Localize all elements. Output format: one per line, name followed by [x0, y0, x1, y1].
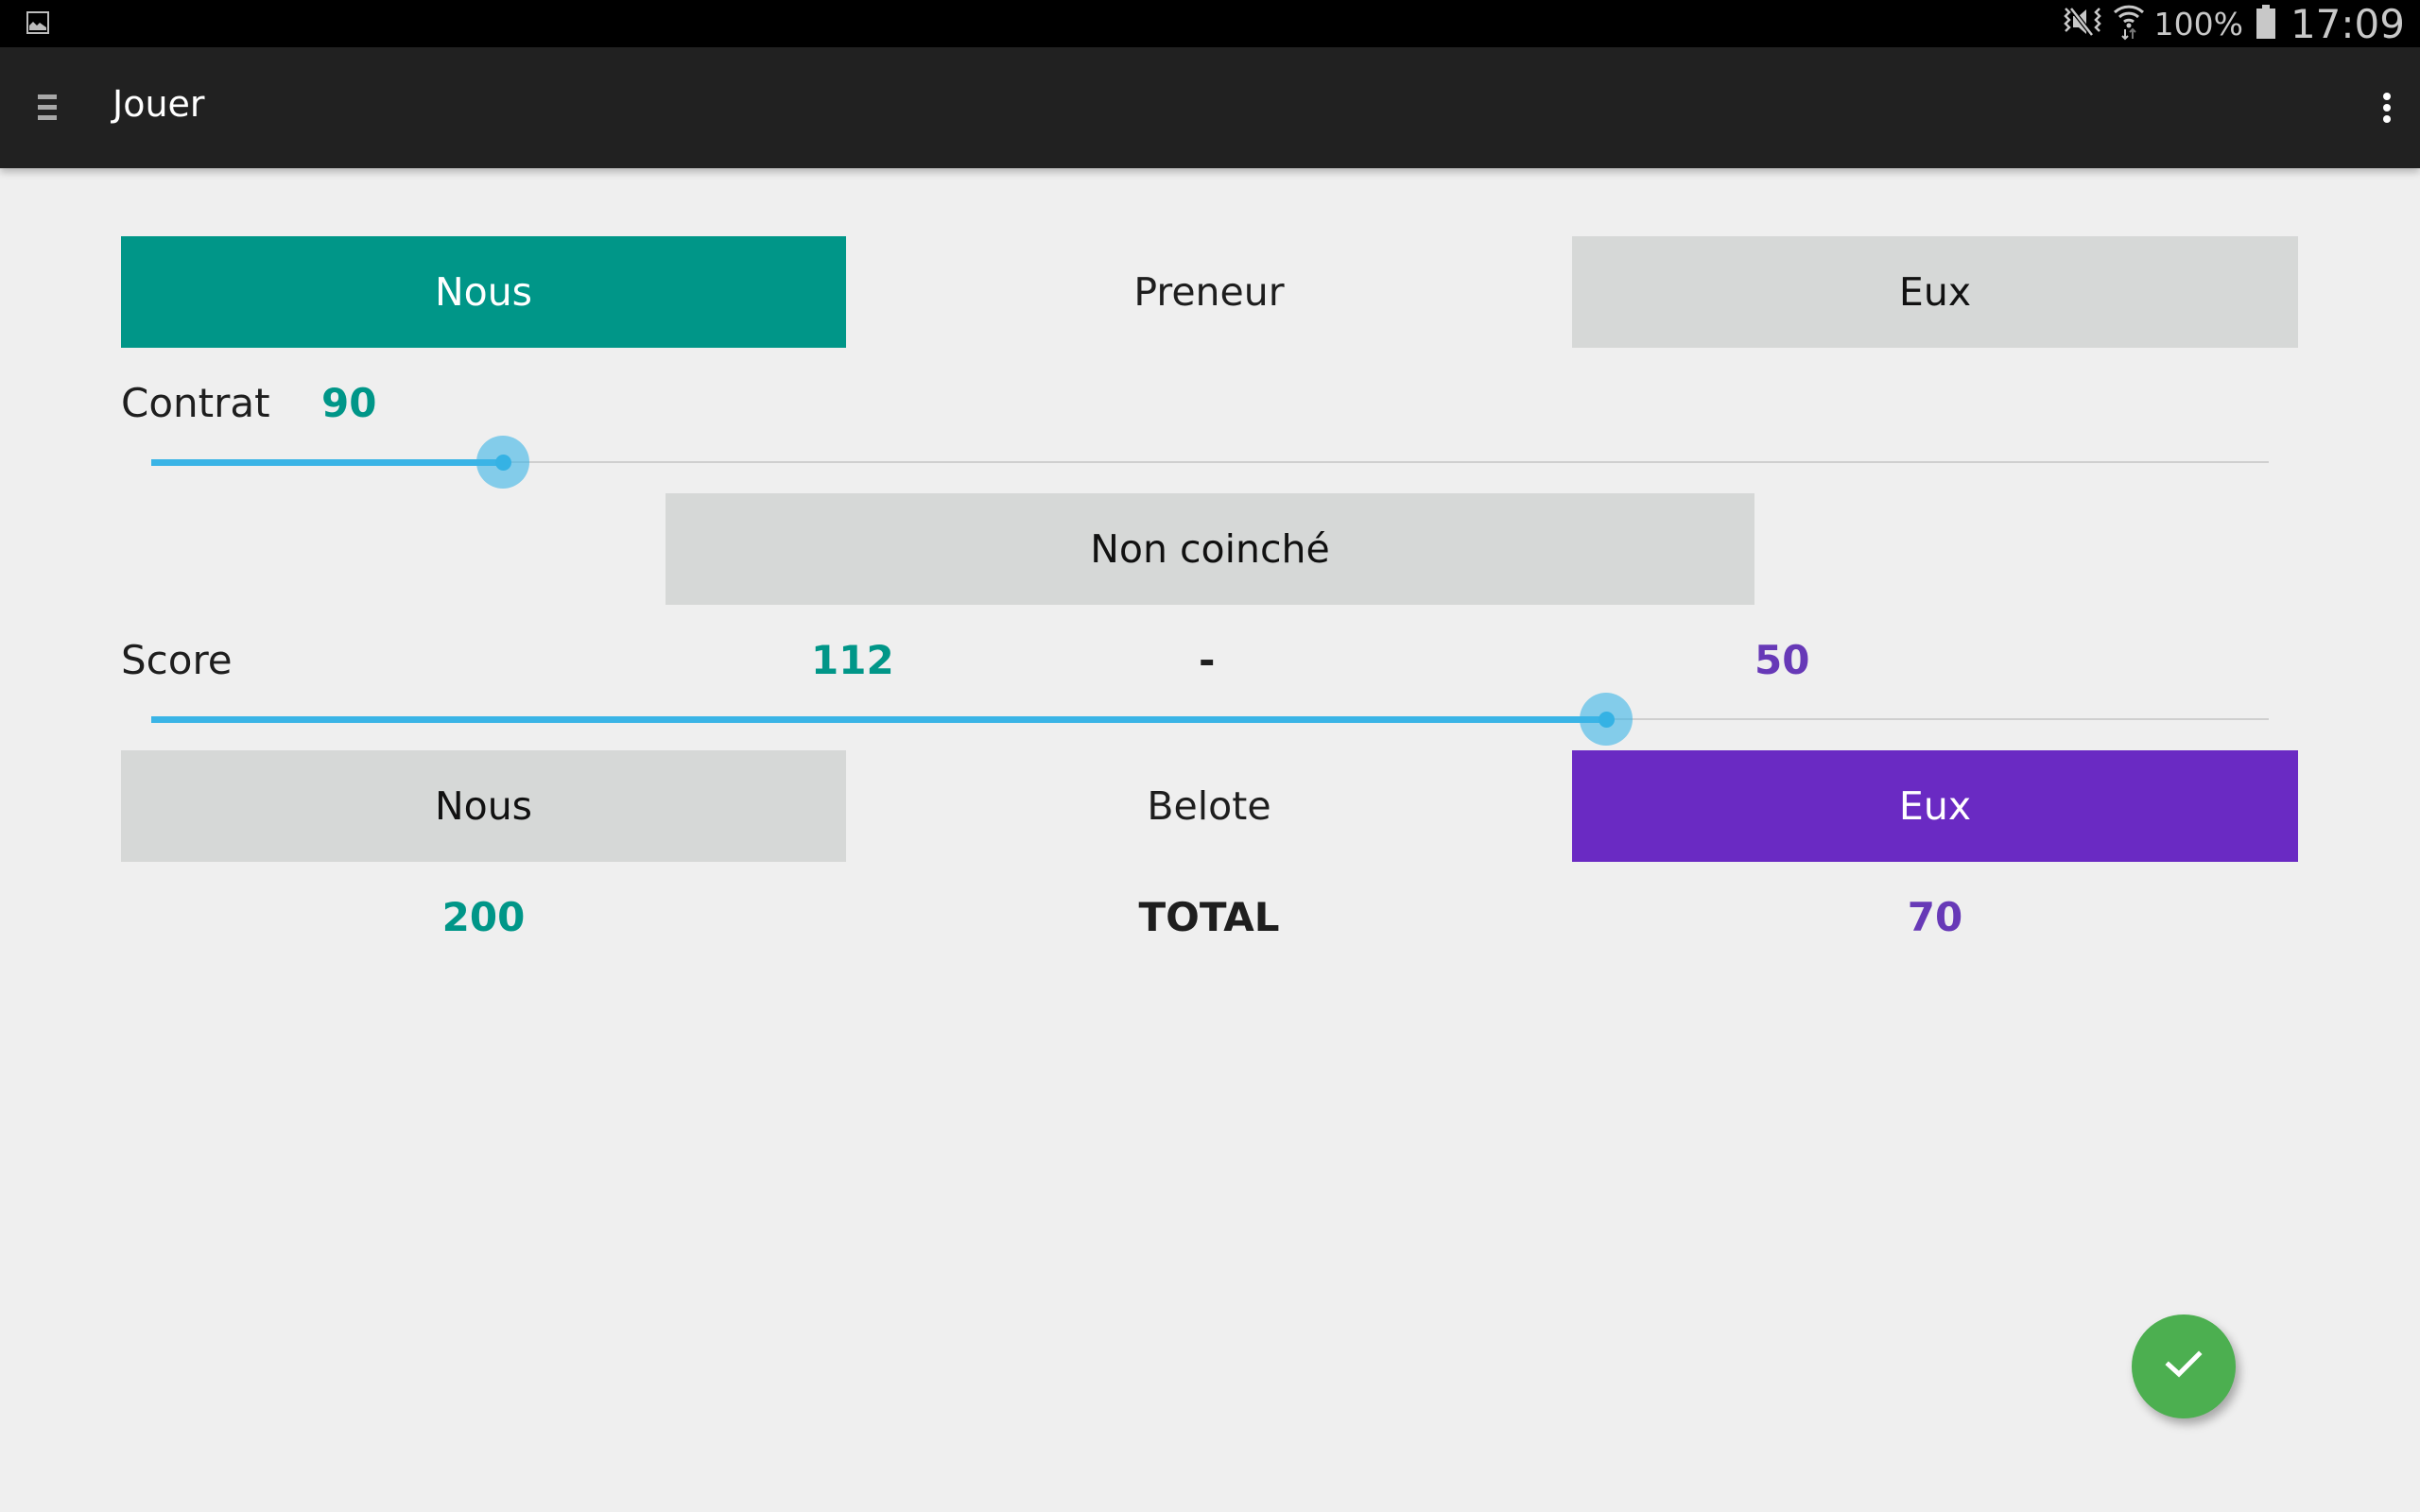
belote-label: Belote [846, 750, 1572, 862]
belote-nous-label: Nous [434, 783, 533, 829]
coinche-label: Non coinché [1090, 526, 1330, 572]
score-slider[interactable] [151, 691, 2269, 747]
page-title: Jouer [112, 83, 205, 125]
preneur-nous-button[interactable]: Nous [121, 236, 846, 348]
belote-nous-button[interactable]: Nous [121, 750, 846, 862]
score-slider-fill [151, 716, 1606, 723]
score-slider-thumb[interactable] [1598, 712, 1615, 728]
total-label: TOTAL [1138, 894, 1280, 940]
score-separator: - [1199, 637, 1216, 683]
validate-fab-button[interactable] [2132, 1314, 2236, 1418]
score-label: Score [121, 637, 233, 683]
preneur-text: Preneur [1133, 269, 1285, 315]
preneur-label: Preneur [846, 236, 1572, 348]
battery-icon [2256, 5, 2275, 39]
contrat-label: Contrat [121, 380, 270, 426]
clock: 17:09 [2290, 0, 2405, 47]
contrat-value: 90 [321, 380, 377, 426]
total-nous-value: 200 [441, 894, 526, 940]
contrat-slider-thumb[interactable] [494, 455, 511, 471]
score-eux-value: 50 [1754, 637, 1810, 683]
hamburger-menu-icon[interactable] [28, 79, 85, 136]
contrat-slider-fill [151, 459, 503, 466]
belote-text: Belote [1147, 783, 1271, 829]
contrat-slider[interactable] [151, 434, 2269, 490]
wifi-icon [2113, 3, 2145, 44]
score-nous-value: 112 [811, 637, 894, 683]
belote-eux-button[interactable]: Eux [1572, 750, 2298, 862]
app-toolbar: Jouer [0, 47, 2420, 168]
belote-eux-label: Eux [1898, 783, 1972, 829]
more-vert-icon[interactable] [2354, 79, 2420, 136]
preneur-eux-label: Eux [1898, 269, 1972, 315]
battery-percent: 100% [2153, 5, 2243, 43]
mute-vibrate-icon [2062, 5, 2103, 43]
preneur-eux-button[interactable]: Eux [1572, 236, 2298, 348]
total-eux-value: 70 [1907, 894, 1963, 940]
check-icon [2165, 1349, 2203, 1383]
preneur-nous-label: Nous [434, 269, 533, 315]
status-bar: 100% 17:09 [0, 0, 2420, 47]
coinche-toggle-button[interactable]: Non coinché [666, 493, 1754, 605]
gallery-notification-icon [26, 11, 49, 34]
